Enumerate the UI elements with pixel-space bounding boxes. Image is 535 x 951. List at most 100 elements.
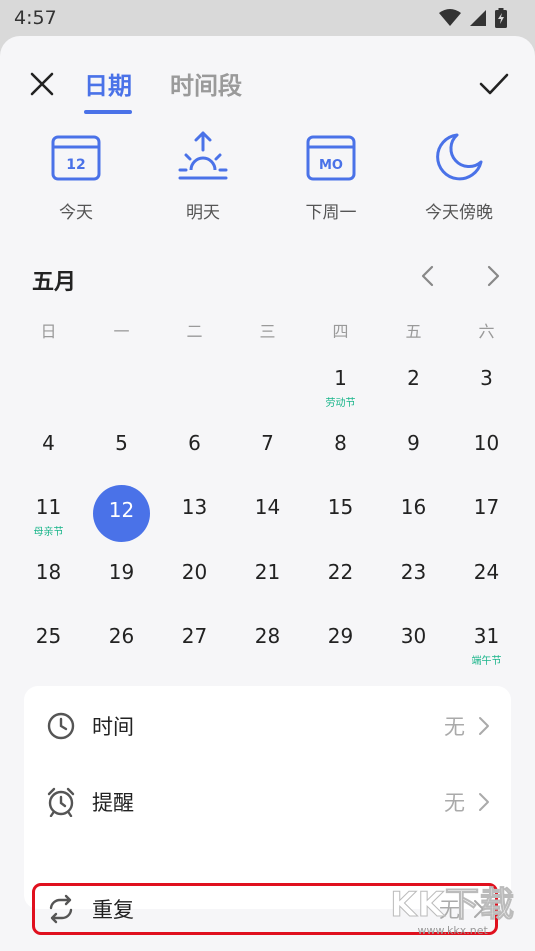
quick-this-evening-label: 今天傍晚 [425, 203, 493, 223]
calendar-day[interactable]: 3 [450, 354, 523, 419]
calendar-day[interactable]: 2 [377, 354, 450, 419]
calendar-day[interactable]: 17 [450, 483, 523, 548]
day-number: 15 [327, 495, 354, 519]
calendar-day[interactable]: 23 [377, 548, 450, 613]
repeat-icon [49, 894, 73, 924]
quick-tomorrow-label: 明天 [186, 203, 220, 223]
time-row[interactable]: 时间 无 [24, 694, 511, 758]
calendar-day[interactable]: 19 [85, 548, 158, 613]
day-number: 23 [400, 559, 427, 584]
day-number: 30 [400, 624, 427, 648]
quick-this-evening[interactable]: 今天傍晚 [404, 130, 514, 223]
alarm-clock-icon [47, 787, 75, 817]
calendar-week: 4 5 6 7 8 9 10 [12, 419, 523, 484]
day-number: 11 [35, 495, 62, 519]
calendar-day[interactable]: 28 [231, 612, 304, 677]
quick-today[interactable]: 12 今天 [21, 130, 131, 223]
calendar-day[interactable]: 29 [304, 612, 377, 677]
month-title: 五月 [32, 270, 77, 295]
calendar-day[interactable]: 20 [158, 548, 231, 613]
calendar-day[interactable]: 13 [158, 483, 231, 548]
calendar-day[interactable]: 22 [304, 548, 377, 613]
moon-icon [436, 133, 483, 181]
calendar-day[interactable]: 12 [85, 483, 158, 548]
calendar-week: 25 26 27 28 29 30 31 端午节 [12, 612, 523, 677]
day-number: 21 [254, 559, 281, 584]
calendar-day[interactable]: 11 母亲节 [12, 483, 85, 548]
day-number: 17 [473, 495, 500, 519]
calendar-day[interactable]: 25 [12, 612, 85, 677]
calendar-day[interactable]: 14 [231, 483, 304, 548]
quick-tomorrow[interactable]: 明天 [148, 130, 258, 223]
confirm-check-icon[interactable] [477, 68, 511, 100]
day-number: 3 [480, 366, 493, 390]
calendar-day[interactable]: 24 [450, 548, 523, 613]
calendar-day[interactable]: 5 [85, 419, 158, 484]
quick-next-monday[interactable]: MO 下周一 [276, 130, 386, 223]
calendar-day[interactable]: 8 [304, 419, 377, 484]
day-number: 9 [407, 430, 420, 455]
calendar-empty-cell [158, 354, 231, 419]
calendar-monday-icon: MO [306, 135, 356, 181]
day-number: 16 [400, 495, 427, 519]
day-number: 12 [108, 498, 135, 522]
calendar-day[interactable]: 7 [231, 419, 304, 484]
calendar-day[interactable]: 1 劳动节 [304, 354, 377, 419]
calendar-day[interactable]: 15 [304, 483, 377, 548]
close-icon[interactable] [26, 68, 58, 100]
weekday-label: 一 [113, 322, 130, 341]
holiday-label: 母亲节 [33, 527, 64, 538]
calendar-day[interactable]: 16 [377, 483, 450, 548]
calendar-day[interactable]: 27 [158, 612, 231, 677]
calendar-day[interactable]: 18 [12, 548, 85, 613]
calendar-day[interactable]: 21 [231, 548, 304, 613]
clock-icon [47, 712, 75, 740]
watermark: KK下载 www.kkx.net [390, 877, 515, 938]
time-value: 无 [444, 715, 465, 739]
weekday-label: 四 [332, 322, 349, 341]
calendar-day[interactable]: 31 端午节 [450, 612, 523, 677]
reminder-label: 提醒 [92, 791, 134, 815]
weekday-label: 三 [259, 322, 276, 341]
tab-date[interactable]: 日期 [84, 66, 132, 114]
calendar-day[interactable]: 4 [12, 419, 85, 484]
reminder-row[interactable]: 提醒 无 [24, 770, 511, 834]
battery-icon [495, 8, 507, 28]
weekday-header: 日 一 二 三 四 五 六 [12, 318, 523, 342]
day-number: 29 [327, 624, 354, 648]
calendar-day[interactable]: 6 [158, 419, 231, 484]
calendar-week: 11 母亲节 12 13 14 15 16 17 [12, 483, 523, 548]
status-bar: 4:57 [0, 0, 535, 36]
chevron-right-icon [479, 717, 489, 735]
day-number: 1 [334, 366, 347, 390]
calendar-day[interactable]: 26 [85, 612, 158, 677]
day-number: 19 [108, 559, 135, 584]
day-number: 14 [254, 495, 281, 519]
wifi-icon [439, 9, 461, 26]
weekday-label: 二 [186, 322, 203, 341]
calendar-day[interactable]: 10 [450, 419, 523, 484]
picker-header: 日期 时间段 [0, 58, 535, 114]
day-number: 4 [42, 430, 55, 455]
day-number: 7 [261, 430, 274, 455]
calendar-icon-text: 12 [66, 157, 85, 173]
calendar-grid: 1 劳动节 2 3 4 5 6 7 8 9 10 11 母亲节 12 13 14 15 16 17 18 19 20 21 2… [12, 354, 523, 677]
day-number: 5 [115, 430, 128, 455]
day-number: 31 [473, 624, 500, 648]
calendar-day[interactable]: 30 [377, 612, 450, 677]
day-number: 28 [254, 624, 281, 648]
sunrise-icon [178, 131, 228, 180]
chevron-right-icon[interactable] [481, 262, 505, 290]
calendar-day[interactable]: 9 [377, 419, 450, 484]
weekday-label: 五 [405, 322, 422, 341]
weekday-label: 日 [40, 322, 57, 341]
tab-time-range[interactable]: 时间段 [170, 66, 242, 110]
day-number: 20 [181, 559, 208, 584]
calendar-empty-cell [12, 354, 85, 419]
day-number: 2 [407, 366, 420, 390]
repeat-label: 重复 [92, 898, 134, 922]
calendar-week: 1 劳动节 2 3 [12, 354, 523, 419]
chevron-left-icon[interactable] [416, 262, 440, 290]
day-number: 26 [108, 624, 135, 648]
holiday-label: 端午节 [471, 656, 502, 667]
